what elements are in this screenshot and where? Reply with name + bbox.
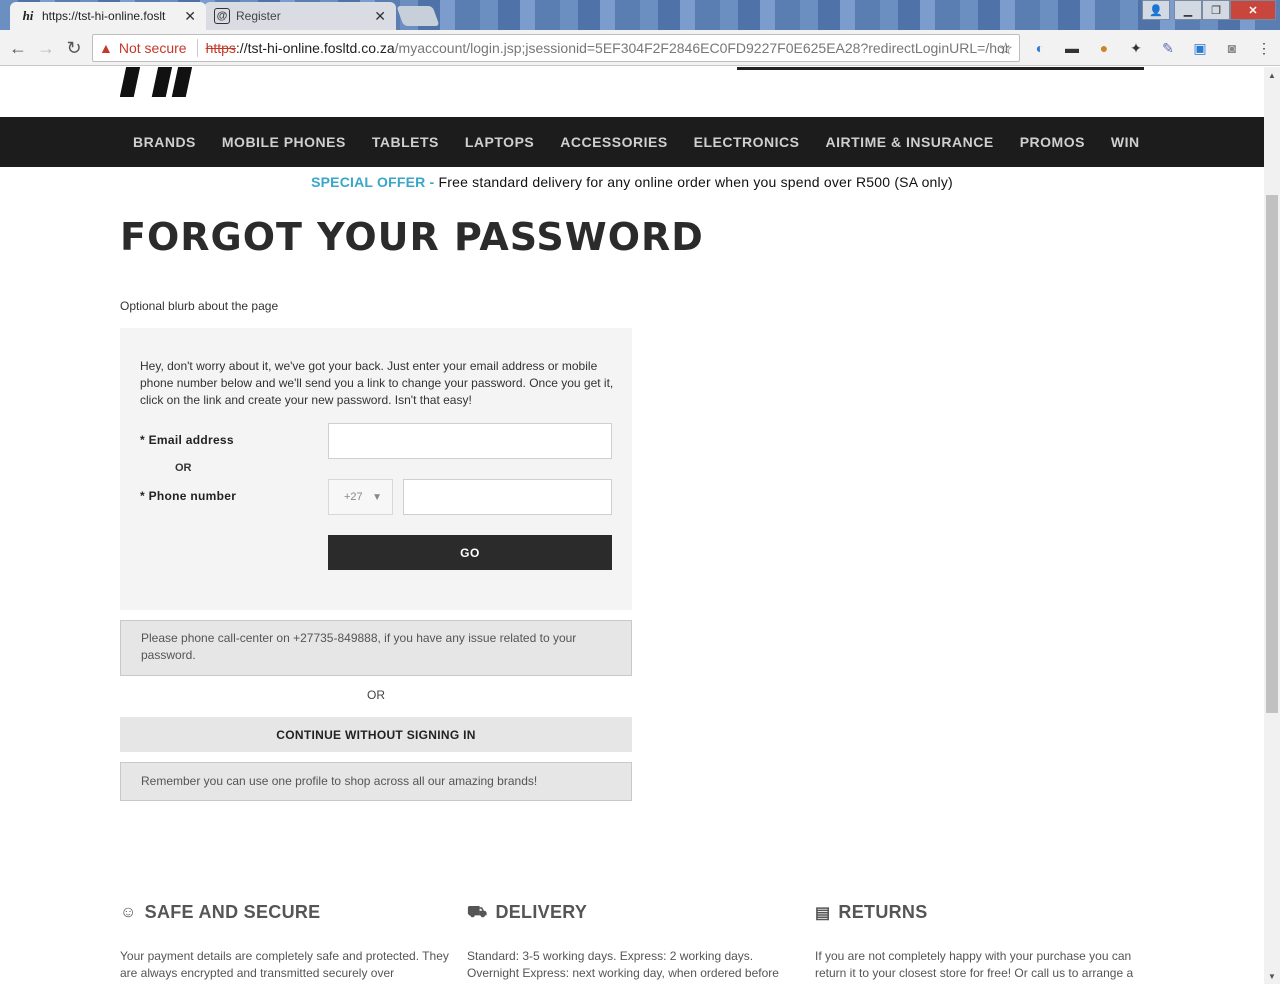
feature-returns: ▤ RETURNS If you are not completely happy…: [815, 902, 1133, 980]
form-or-separator: OR: [175, 462, 192, 474]
offer-highlight: SPECIAL OFFER: [311, 174, 426, 190]
close-window-icon[interactable]: ✕: [1230, 0, 1276, 20]
continue-without-signin-button[interactable]: CONTINUE WITHOUT SIGNING IN: [120, 717, 632, 752]
close-tab-icon[interactable]: ✕: [374, 8, 386, 25]
ninja-extension-icon[interactable]: ✦: [1126, 38, 1146, 58]
smiley-icon: ☺: [120, 903, 137, 921]
screen-extension-icon[interactable]: ▣: [1190, 38, 1210, 58]
eyedropper-extension-icon[interactable]: ✎: [1158, 38, 1178, 58]
feature-title: DELIVERY: [495, 902, 588, 922]
feature-text: If you are not completely happy with you…: [815, 949, 1134, 980]
scroll-down-icon[interactable]: ▼: [1264, 968, 1280, 984]
hi-favicon-icon: hi: [22, 8, 34, 23]
page-title: FORGOT YOUR PASSWORD: [120, 215, 704, 259]
nav-win[interactable]: WIN: [1098, 134, 1153, 150]
url-path: /myaccount/login.jsp;jsessionid=5EF304F2…: [394, 40, 1010, 56]
feature-text: Your payment details are completely safe…: [120, 949, 449, 980]
country-code-select[interactable]: +27 ▼: [328, 479, 393, 515]
offer-text: Free standard delivery for any online or…: [438, 174, 953, 190]
user-icon[interactable]: 👤: [1142, 0, 1170, 20]
cookie-extension-icon[interactable]: ●: [1094, 38, 1114, 58]
nav-mobile-phones[interactable]: MOBILE PHONES: [209, 134, 359, 150]
feature-text: Standard: 3-5 working days. Express: 2 w…: [467, 949, 779, 980]
camera-extension-icon[interactable]: ◙: [1222, 38, 1242, 58]
browser-tabstrip: hi https://tst-hi-online.foslt ✕ @ Regis…: [0, 0, 1280, 30]
box-icon: ▤: [815, 904, 831, 922]
nav-brands[interactable]: BRANDS: [120, 134, 209, 150]
bookmark-star-icon[interactable]: ☆: [999, 39, 1013, 59]
tab-title: Register: [236, 9, 281, 23]
header-search-underline: [737, 67, 1144, 70]
glasses-extension-icon[interactable]: ▬: [1062, 38, 1082, 58]
new-tab-button[interactable]: [396, 6, 440, 26]
minimize-icon[interactable]: ▁: [1174, 0, 1202, 20]
window-controls: 👤 ▁ ❐ ✕: [1142, 0, 1276, 20]
wave-extension-icon[interactable]: ◐: [1030, 38, 1050, 58]
url-scheme: https: [205, 40, 236, 56]
security-label[interactable]: Not secure: [119, 40, 187, 56]
browser-toolbar: ← → ↻ ▲ Not secure https://tst-hi-online…: [0, 30, 1280, 66]
back-arrow-icon[interactable]: ←: [6, 36, 30, 60]
country-code-value: +27: [344, 491, 363, 503]
profile-notice: Remember you can use one profile to shop…: [120, 762, 632, 801]
tab-title: https://tst-hi-online.foslt: [42, 9, 166, 23]
page-scrollbar[interactable]: ▲ ▼: [1264, 67, 1280, 984]
truck-icon: ⛟: [467, 903, 488, 921]
email-label: * Email address: [140, 433, 234, 447]
extensions-bar: ◐ ▬ ● ✦ ✎ ▣ ◙ ⋮: [1030, 38, 1274, 58]
nav-electronics[interactable]: ELECTRONICS: [681, 134, 813, 150]
scroll-up-icon[interactable]: ▲: [1264, 67, 1280, 83]
phone-label: * Phone number: [140, 489, 237, 503]
warning-icon: ▲: [99, 40, 113, 56]
feature-safe-secure: ☺ SAFE AND SECURE Your payment details ar…: [120, 902, 449, 980]
forward-arrow-icon[interactable]: →: [34, 36, 58, 60]
feature-delivery: ⛟ DELIVERY Standard: 3-5 working days. Ex…: [467, 902, 779, 980]
restore-icon[interactable]: ❐: [1202, 0, 1230, 20]
hi-logo[interactable]: [120, 67, 192, 97]
special-offer-banner: SPECIAL OFFER - Free standard delivery f…: [0, 174, 1264, 190]
tab-hi-online[interactable]: hi https://tst-hi-online.foslt ✕: [10, 2, 206, 30]
nav-tablets[interactable]: TABLETS: [359, 134, 452, 150]
url-host: ://tst-hi-online.fosltd.co.za: [235, 40, 395, 56]
tab-register[interactable]: @ Register ✕: [204, 2, 396, 30]
feature-title: SAFE AND SECURE: [144, 902, 321, 922]
nav-laptops[interactable]: LAPTOPS: [452, 134, 547, 150]
page-blurb: Optional blurb about the page: [120, 299, 279, 313]
page-viewport: BRANDS MOBILE PHONES TABLETS LAPTOPS ACC…: [0, 67, 1264, 984]
nav-airtime-insurance[interactable]: AIRTIME & INSURANCE: [813, 134, 1007, 150]
callcenter-notice: Please phone call-center on +27735-84988…: [120, 620, 632, 676]
omnibox-divider: [196, 39, 198, 57]
reload-icon[interactable]: ↻: [62, 36, 86, 60]
offer-dash: -: [425, 174, 439, 190]
close-tab-icon[interactable]: ✕: [184, 8, 196, 25]
feature-title: RETURNS: [838, 902, 928, 922]
form-intro: Hey, don't worry about it, we've got you…: [140, 359, 614, 407]
nav-accessories[interactable]: ACCESSORIES: [547, 134, 680, 150]
go-button[interactable]: GO: [328, 535, 612, 570]
phone-input[interactable]: [403, 479, 612, 515]
menu-icon[interactable]: ⋮: [1254, 38, 1274, 58]
scrollbar-thumb[interactable]: [1266, 195, 1278, 713]
main-navigation: BRANDS MOBILE PHONES TABLETS LAPTOPS ACC…: [0, 117, 1264, 167]
address-bar[interactable]: ▲ Not secure https://tst-hi-online.foslt…: [92, 34, 1020, 62]
caret-down-icon: ▼: [372, 491, 382, 503]
at-favicon-icon: @: [214, 8, 230, 24]
forgot-password-form: Hey, don't worry about it, we've got you…: [120, 328, 632, 610]
nav-promos[interactable]: PROMOS: [1007, 134, 1098, 150]
or-separator: OR: [367, 688, 385, 702]
email-input[interactable]: [328, 423, 612, 459]
